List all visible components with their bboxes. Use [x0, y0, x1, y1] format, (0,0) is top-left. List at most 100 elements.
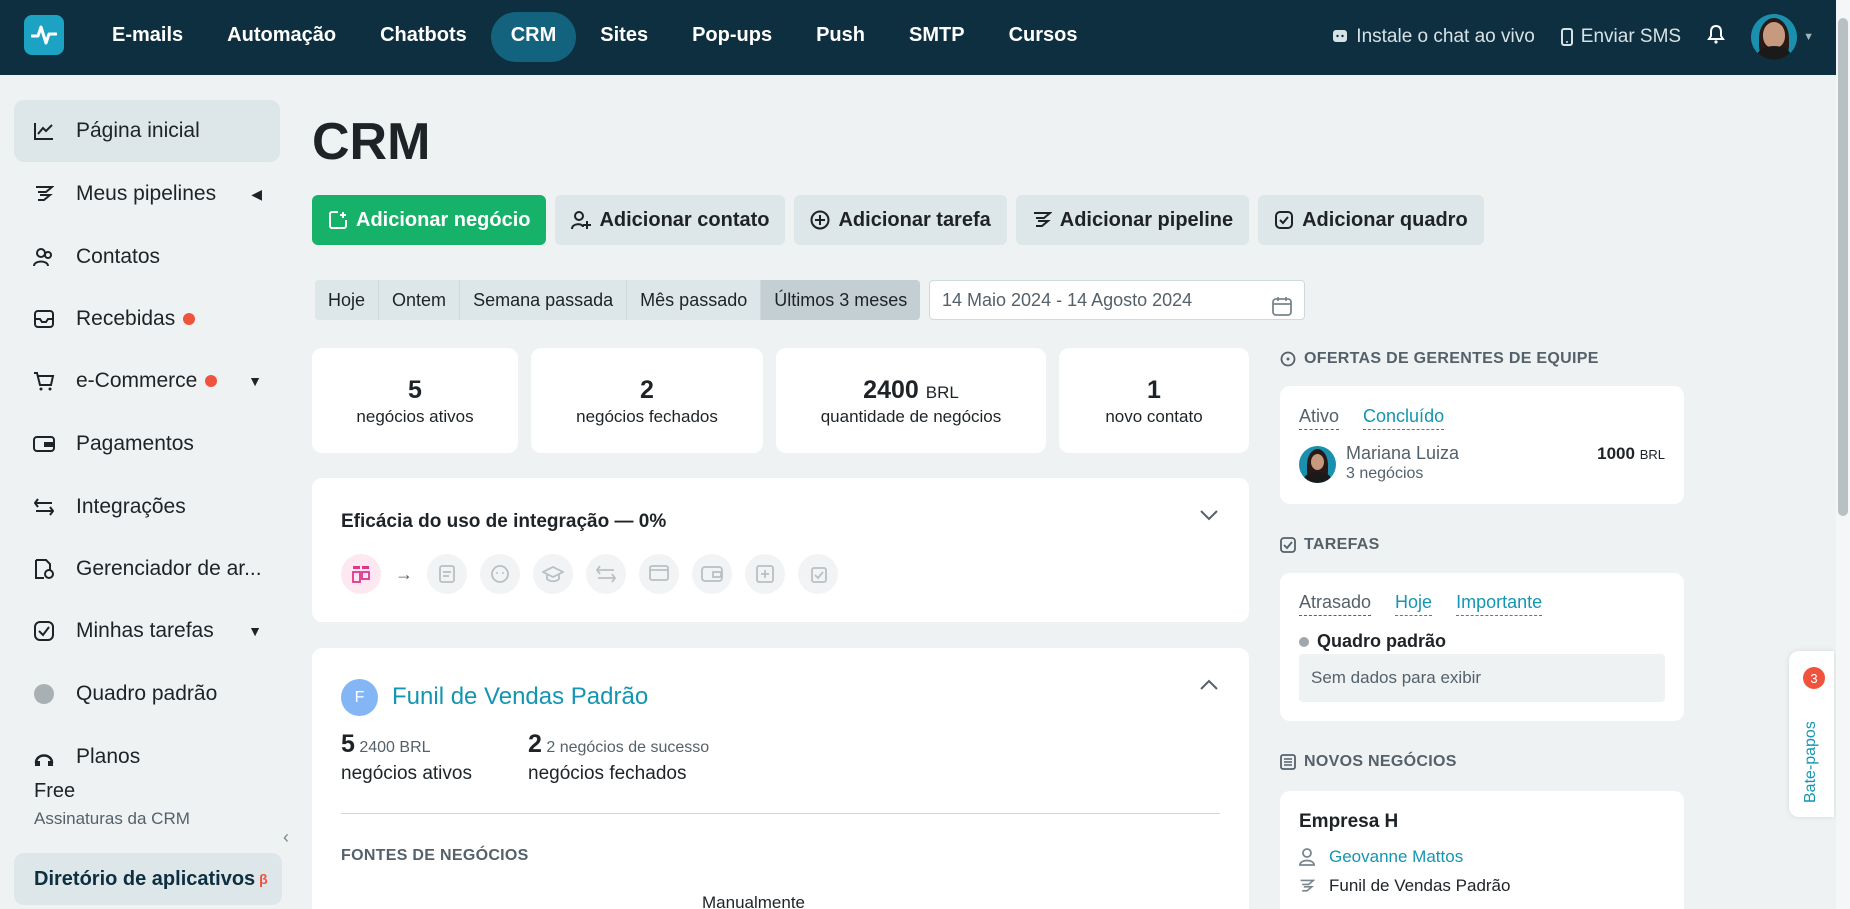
stat-value: 1 — [1147, 376, 1161, 404]
current-plan-subtitle: Assinaturas da CRM — [34, 809, 190, 828]
task-board: Quadro padrão — [1299, 631, 1446, 652]
sidebar-item-ecommerce[interactable]: e-Commerce ▼ — [14, 350, 280, 412]
tab-today[interactable]: Hoje — [1395, 592, 1433, 616]
integration-efficiency-title: Eficácia do uso de integração — 0% — [341, 511, 667, 532]
add-task-button[interactable]: Adicionar tarefa — [794, 195, 1007, 245]
stat-closed-deals: 2 negócios fechados — [531, 348, 763, 453]
sidebar-item-home[interactable]: Página inicial — [14, 100, 280, 162]
add-contact-button[interactable]: Adicionar contato — [555, 195, 786, 245]
sidebar-item-plans[interactable]: Planos — [14, 726, 280, 788]
nav-smtp[interactable]: SMTP — [889, 12, 985, 62]
tab-important[interactable]: Importante — [1456, 592, 1543, 616]
nav-automation[interactable]: Automação — [207, 12, 356, 62]
nav-popups[interactable]: Pop-ups — [672, 12, 792, 62]
pipeline-step-icon[interactable] — [341, 554, 381, 594]
sidebar-item-integrations[interactable]: Integrações — [14, 476, 280, 538]
sidebar-item-label: Integrações — [76, 495, 186, 518]
cart-icon — [32, 369, 56, 393]
funnel-closed-sub: 2 negócios de sucesso — [546, 739, 710, 756]
add-board-step-icon[interactable] — [745, 554, 785, 594]
sendpulse-logo-icon[interactable] — [24, 15, 64, 55]
range-last-3-months[interactable]: Últimos 3 meses — [761, 280, 921, 320]
wallet-step-icon[interactable] — [692, 554, 732, 594]
nav-emails[interactable]: E-mails — [92, 12, 203, 62]
site-cart-step-icon[interactable] — [639, 554, 679, 594]
sidebar-item-label: e-Commerce — [76, 369, 198, 392]
sidebar: Página inicial Meus pipelines ◀ Contatos… — [0, 75, 290, 909]
nav-sites[interactable]: Sites — [580, 12, 668, 62]
range-today[interactable]: Hoje — [315, 280, 380, 320]
funnel-closed-deals: 2 2 negócios de sucesso negócios fechado… — [528, 730, 709, 785]
live-chat-link[interactable]: Instale o chat ao vivo — [1332, 26, 1535, 48]
app-directory-button[interactable]: Diretório de aplicativos β — [14, 853, 282, 905]
scrollbar-thumb[interactable] — [1838, 18, 1848, 516]
tasks-step-icon[interactable] — [798, 554, 838, 594]
nav-crm[interactable]: CRM — [490, 12, 577, 62]
sidebar-item-label: Recebidas — [76, 307, 176, 330]
chats-side-tab[interactable]: 3 Bate-papos — [1789, 651, 1834, 817]
unread-badge — [183, 313, 196, 325]
add-deal-icon — [329, 211, 347, 229]
new-deals-title: NOVOS NEGÓCIOS — [1304, 753, 1457, 770]
sidebar-item-pipelines[interactable]: Meus pipelines ◀ — [14, 163, 280, 225]
app-directory-label: Diretório de aplicativos — [34, 867, 256, 890]
tab-completed[interactable]: Concluído — [1363, 406, 1445, 430]
tab-overdue[interactable]: Atrasado — [1299, 592, 1372, 616]
empty-state: Sem dados para exibir — [1299, 654, 1665, 702]
top-navigation-bar: E-mails Automação Chatbots CRM Sites Pop… — [0, 0, 1850, 75]
nav-courses[interactable]: Cursos — [989, 12, 1098, 62]
stat-label: novo contato — [1105, 407, 1203, 426]
beta-badge: β — [259, 871, 268, 887]
sidebar-item-label: Meus pipelines — [76, 182, 217, 205]
managers-section-title: OFERTAS DE GERENTES DE EQUIPE — [1280, 350, 1599, 368]
add-pipeline-label: Adicionar pipeline — [1059, 208, 1234, 231]
managers-tabs: Ativo Concluído — [1299, 406, 1445, 430]
date-range-input[interactable]: 14 Maio 2024 - 14 Agosto 2024 — [929, 280, 1305, 320]
current-plan: Free — [34, 780, 76, 802]
funnel-title-link[interactable]: Funil de Vendas Padrão — [392, 683, 648, 711]
tab-active[interactable]: Ativo — [1299, 406, 1340, 430]
sidebar-item-payments[interactable]: Pagamentos — [14, 413, 280, 475]
add-contact-label: Adicionar contato — [599, 208, 770, 231]
user-menu[interactable]: ▼ — [1751, 14, 1814, 60]
pipeline-icon — [32, 182, 56, 206]
page-scrollbar[interactable] — [1836, 0, 1850, 909]
swap-step-icon[interactable] — [586, 554, 626, 594]
funnel-active-count: 5 — [341, 730, 355, 758]
chevron-down-icon[interactable] — [1199, 508, 1219, 526]
chevron-up-icon[interactable] — [1199, 678, 1219, 696]
range-yesterday[interactable]: Ontem — [379, 280, 461, 320]
range-last-month[interactable]: Mês passado — [627, 280, 762, 320]
funnel-active-amount: 2400 BRL — [359, 739, 431, 756]
bell-icon[interactable] — [1707, 24, 1725, 50]
send-sms-link[interactable]: Enviar SMS — [1560, 26, 1681, 48]
managers-card: Ativo Concluído Mariana Luiza 3 negócios… — [1280, 386, 1684, 504]
add-deal-button[interactable]: Adicionar negócio — [312, 195, 547, 245]
sidebar-item-inbox[interactable]: Recebidas — [14, 288, 280, 350]
chatbot-step-icon[interactable] — [480, 554, 520, 594]
calendar-icon[interactable] — [1272, 291, 1292, 329]
tasks-title: TAREFAS — [1304, 536, 1380, 553]
gray-dot-icon — [32, 682, 56, 706]
new-deal-card[interactable]: Empresa H Geovanne Mattos Funil de Venda… — [1280, 791, 1684, 909]
add-board-label: Adicionar quadro — [1302, 208, 1468, 231]
contacts-icon — [32, 245, 56, 269]
add-pipeline-button[interactable]: Adicionar pipeline — [1015, 195, 1250, 245]
sidebar-item-contacts[interactable]: Contatos — [14, 226, 280, 288]
range-last-week[interactable]: Semana passada — [460, 280, 628, 320]
form-step-icon[interactable] — [427, 554, 467, 594]
sidebar-item-default-board[interactable]: Quadro padrão — [14, 663, 280, 725]
top-right-area: Instale o chat ao vivo Enviar SMS ▼ — [1332, 12, 1814, 62]
sidebar-item-my-tasks[interactable]: Minhas tarefas ▼ — [14, 600, 280, 662]
collapse-sidebar-icon[interactable]: ‹ — [283, 827, 289, 848]
nav-chatbots[interactable]: Chatbots — [360, 12, 487, 62]
sidebar-item-label: Gerenciador de ar... — [76, 557, 262, 580]
deal-contact-link[interactable]: Geovanne Mattos — [1329, 847, 1463, 867]
sidebar-item-file-manager[interactable]: Gerenciador de ar... — [14, 538, 280, 600]
deal-pipeline-row: Funil de Vendas Padrão — [1299, 876, 1510, 896]
stat-label: negócios fechados — [576, 407, 718, 426]
nav-push[interactable]: Push — [796, 12, 885, 62]
add-board-icon — [1275, 211, 1294, 229]
course-step-icon[interactable] — [533, 554, 573, 594]
add-board-button[interactable]: Adicionar quadro — [1258, 195, 1484, 245]
